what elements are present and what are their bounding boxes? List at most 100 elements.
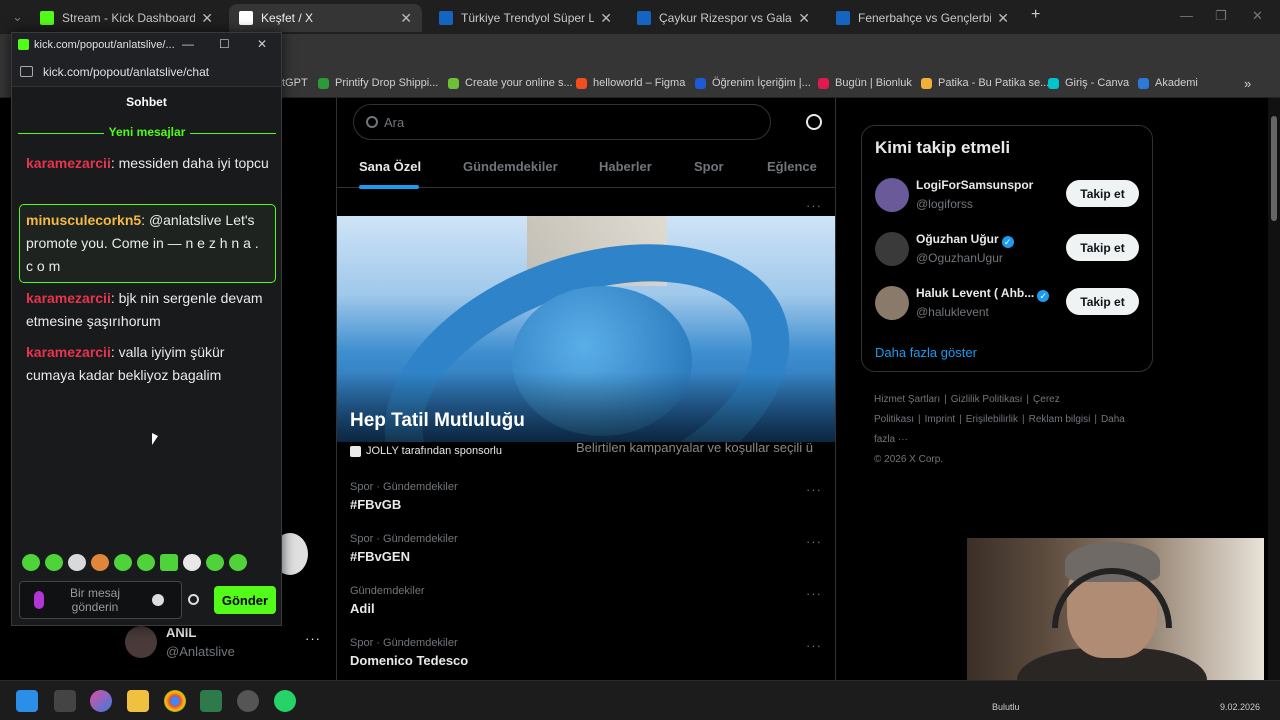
chat-input[interactable]: Bir mesaj gönderin	[19, 581, 182, 619]
new-tab-icon[interactable]: +	[1031, 6, 1040, 24]
start-icon[interactable]	[16, 690, 38, 712]
footer-link[interactable]: Reklam bilgisi	[1029, 414, 1091, 425]
settings-gear-icon[interactable]	[806, 114, 822, 130]
emote-icon[interactable]	[206, 554, 224, 571]
follow-suggestion[interactable]: Oğuzhan Uğur ✓ @OguzhanUgur Takip et	[875, 230, 1145, 270]
bookmark-item[interactable]: Patika - Bu Patika se...	[921, 77, 1049, 89]
footer-link[interactable]: Erişilebilirlik	[966, 414, 1018, 425]
tab-trending[interactable]: Gündemdekiler	[463, 159, 558, 174]
browser-tab[interactable]: Stream - Kick Dashboard ✕	[30, 4, 223, 32]
browser-tab[interactable]: Fenerbahçe vs Gençlerbirliği, 0 ✕	[826, 4, 1019, 32]
browser-tab[interactable]: Türkiye Trendyol Süper Lig 2025 ✕	[429, 4, 622, 32]
follow-button[interactable]: Takip et	[1066, 180, 1139, 207]
weather-label[interactable]: Bulutlu	[992, 702, 1020, 712]
site-info-icon[interactable]	[20, 66, 33, 77]
avatar[interactable]	[875, 286, 909, 320]
bookmark-item[interactable]: Akademi	[1138, 77, 1198, 89]
show-more-link[interactable]: Daha fazla göster	[875, 345, 977, 360]
follow-suggestion[interactable]: LogiForSamsunspor @logiforss Takip et	[875, 176, 1145, 216]
sponsor-label[interactable]: JOLLY tarafından sponsorlu	[350, 445, 502, 457]
trend-more-icon[interactable]: ···	[806, 638, 822, 653]
task-view-icon[interactable]	[54, 690, 76, 712]
emote-icon[interactable]	[183, 554, 201, 571]
close-tab-icon[interactable]: ✕	[600, 10, 612, 27]
emote-icon[interactable]	[137, 554, 155, 571]
minimize-icon[interactable]: —	[1180, 8, 1193, 23]
account-switcher[interactable]: ANIL @Anlatslive ···	[125, 623, 325, 663]
emoji-icon[interactable]	[152, 594, 164, 606]
chrome-icon[interactable]	[164, 690, 186, 712]
trend-item[interactable]: Gündemdekiler Adil	[350, 585, 425, 616]
chat-username[interactable]: karamezarcii	[26, 344, 111, 360]
close-icon[interactable]: ✕	[257, 37, 267, 51]
bookmark-item[interactable]: Create your online s...	[448, 77, 573, 89]
send-button[interactable]: Gönder	[214, 586, 276, 614]
bookmark-item[interactable]: Bugün | Bionluk	[818, 77, 912, 89]
copilot-icon[interactable]	[90, 690, 112, 712]
trend-more-icon[interactable]: ···	[806, 534, 822, 549]
account-more-icon[interactable]: ···	[305, 631, 321, 646]
promoted-title[interactable]: Hep Tatil Mutluluğu	[350, 410, 525, 432]
bookmark-item[interactable]: helloworld – Figma	[576, 77, 685, 89]
follow-button[interactable]: Takip et	[1066, 288, 1139, 315]
more-bookmarks-icon[interactable]: »	[1244, 76, 1251, 91]
whatsapp-icon[interactable]	[274, 690, 296, 712]
new-messages-divider[interactable]: Yeni mesajlar	[18, 125, 276, 141]
emote-icon[interactable]	[22, 554, 40, 571]
bookmark-item[interactable]: Printify Drop Shippi...	[318, 77, 438, 89]
tab-for-you[interactable]: Sana Özel	[359, 159, 421, 174]
emote-icon[interactable]	[68, 554, 86, 571]
close-tab-icon[interactable]: ✕	[400, 10, 412, 27]
emote-icon[interactable]	[114, 554, 132, 571]
ad-icon	[350, 445, 361, 457]
tab-news[interactable]: Haberler	[599, 159, 652, 174]
maximize-icon[interactable]: ❐	[1215, 8, 1227, 24]
promoted-image[interactable]	[337, 216, 835, 442]
footer-link[interactable]: Imprint	[925, 414, 956, 425]
chat-username[interactable]: minusculecorkn5	[26, 212, 141, 228]
browser-tab[interactable]: Çaykur Rizespor vs Galatasaray ✕	[627, 4, 820, 32]
clock-date[interactable]: 9.02.2026	[1220, 702, 1260, 712]
bookmark-item[interactable]: tGPT	[282, 77, 308, 89]
trend-item[interactable]: Spor · Gündemdekiler #FBvGEN	[350, 533, 458, 564]
maximize-icon[interactable]: ☐	[219, 37, 230, 51]
emote-icon[interactable]	[160, 554, 178, 571]
footer-link[interactable]: Hizmet Şartları	[874, 394, 940, 405]
bookmark-item[interactable]: Öğrenim İçeriğim |...	[695, 77, 811, 89]
more-options-icon[interactable]: ···	[806, 198, 822, 213]
obs-icon[interactable]	[237, 690, 259, 712]
browser-tab[interactable]: Keşfet / X ✕	[229, 4, 422, 32]
file-explorer-icon[interactable]	[127, 690, 149, 712]
bookmark-item[interactable]: Giriş - Canva	[1048, 77, 1129, 89]
avatar[interactable]	[875, 178, 909, 212]
chat-settings-gear-icon[interactable]	[188, 594, 199, 605]
app-icon[interactable]	[200, 690, 222, 712]
search-input[interactable]: Ara	[353, 104, 771, 140]
scrollbar-thumb[interactable]	[1271, 116, 1277, 221]
popout-addressbar[interactable]: kick.com/popout/anlatslive/chat	[12, 57, 281, 87]
chat-username[interactable]: karamezarcii	[26, 155, 111, 171]
tab-list-icon[interactable]: ⌄	[12, 9, 23, 25]
trend-more-icon[interactable]: ···	[806, 586, 822, 601]
minimize-icon[interactable]: —	[182, 37, 194, 51]
trend-item[interactable]: Spor · Gündemdekiler #FBvGB	[350, 481, 458, 512]
close-tab-icon[interactable]: ✕	[201, 10, 213, 27]
close-window-icon[interactable]: ✕	[1252, 8, 1263, 24]
close-tab-icon[interactable]: ✕	[997, 10, 1009, 27]
trend-item[interactable]: Spor · Gündemdekiler Domenico Tedesco	[350, 637, 468, 668]
follow-suggestion[interactable]: Haluk Levent ( Ahb... ✓ @haluklevent Taki…	[875, 284, 1145, 324]
avatar[interactable]	[875, 232, 909, 266]
tab-entertainment[interactable]: Eğlence	[767, 159, 817, 174]
tab-sports[interactable]: Spor	[694, 159, 724, 174]
footer-link[interactable]: © 2026 X Corp.	[874, 454, 943, 465]
emote-icon[interactable]	[229, 554, 247, 571]
footer-link[interactable]: Gizlilik Politikası	[951, 394, 1023, 405]
emote-icon[interactable]	[91, 554, 109, 571]
trend-more-icon[interactable]: ···	[806, 482, 822, 497]
close-tab-icon[interactable]: ✕	[798, 10, 810, 27]
emote-icon[interactable]	[45, 554, 63, 571]
follow-button[interactable]: Takip et	[1066, 234, 1139, 261]
page-scrollbar[interactable]	[1268, 98, 1280, 680]
microphone-icon[interactable]	[34, 591, 44, 609]
chat-username[interactable]: karamezarcii	[26, 290, 111, 306]
